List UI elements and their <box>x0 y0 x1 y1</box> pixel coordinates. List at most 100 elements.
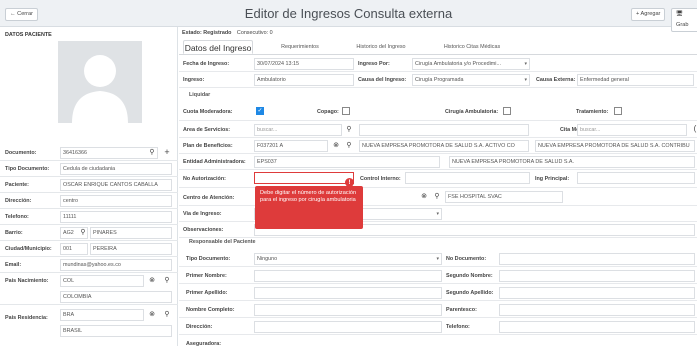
email-field[interactable]: mundinas@yahoo.es.co <box>60 259 172 271</box>
clear-icon[interactable]: ⊗ <box>148 310 156 319</box>
top-bar: ← Cerrar Editor de Ingresos Consulta ext… <box>0 0 697 32</box>
chevron-down-icon: ▾ <box>524 61 527 67</box>
ingreso-field[interactable]: Ambulatorio <box>254 74 354 86</box>
cuota-row: Cuota Moderadora: ✓ Copago: Cirugía Ambu… <box>179 103 697 121</box>
resp-telefono-input[interactable] <box>499 321 695 333</box>
direccion-field[interactable]: centro <box>60 195 172 207</box>
cita-medica-input[interactable]: buscar... <box>577 124 687 136</box>
responsable-title: Responsable del Paciente <box>189 239 256 245</box>
tab-divider <box>179 54 697 55</box>
add-icon[interactable]: + <box>163 148 171 157</box>
pais-residencia-name-field: BRASIL <box>60 325 172 337</box>
entidad-name-field: NUEVA EMPRESA PROMOTORA DE SALUD S.A. <box>449 156 695 168</box>
resp-no-documento-input[interactable] <box>499 253 695 265</box>
email-row: Email: mundinas@yahoo.es.co <box>0 257 178 273</box>
chevron-down-icon: ▾ <box>524 77 527 83</box>
ciudad-code-field[interactable]: 001 <box>60 243 88 255</box>
pais-nacimiento-row: Pais Nacimiento: COL ⊗ ⚲ COLOMBIA <box>0 273 178 305</box>
fecha-row: Fecha de Ingreso: 30/07/2024 13:15 Ingre… <box>179 56 697 72</box>
telefono-row: Telefono: 11111 <box>0 209 178 225</box>
paciente-field[interactable]: OSCAR ENRIQUE CANTOS CABALLA <box>60 179 172 191</box>
page-title: Editor de Ingresos Consulta externa <box>244 6 453 21</box>
main-panel: Estado: Registrado Consecutivo: 0 Datos … <box>179 27 697 347</box>
status-label: Estado: Registrado Consecutivo: 0 <box>182 30 273 36</box>
tratamiento-checkbox[interactable] <box>614 107 622 115</box>
avatar <box>58 41 142 123</box>
centro-atencion-field: FSE HOSPITAL SVAC <box>445 191 563 203</box>
tipo-documento-row: Tipo Documento: Cedula de ciudadania <box>0 161 178 177</box>
telefono-field[interactable]: 11111 <box>60 211 172 223</box>
clear-icon[interactable]: ⊗ <box>332 141 340 150</box>
causa-ingreso-select[interactable]: Cirugía Programada ▾ <box>412 74 530 86</box>
add-button[interactable]: + Agregar <box>631 8 666 21</box>
paciente-row: Paciente: OSCAR ENRIQUE CANTOS CABALLA <box>0 177 178 193</box>
patient-section-title: DATOS PACIENTE <box>5 32 52 38</box>
tab-requerimientos[interactable]: Requerimientos <box>269 40 331 54</box>
search-icon[interactable]: ⚲ <box>345 141 353 150</box>
documento-field[interactable]: 36416366 <box>60 147 158 159</box>
resp-direccion-input[interactable] <box>254 321 442 333</box>
search-icon[interactable]: ⚲ <box>345 125 353 134</box>
resp-nombre-completo-input[interactable] <box>254 304 442 316</box>
pais-residencia-code-field[interactable]: BRA <box>60 309 144 321</box>
resp-completo-row: Nombre Completo: Parentesco: <box>179 302 697 318</box>
ingreso-por-select[interactable]: Cirugía Ambulatoria y/o Procedimi... ▾ <box>412 58 530 70</box>
area-servicios-name <box>359 124 529 136</box>
copago-checkbox[interactable] <box>342 107 350 115</box>
ingreso-row: Ingreso: Ambulatorio Causa del Ingreso: … <box>179 72 697 88</box>
cuota-moderadora-checkbox[interactable]: ✓ <box>256 107 264 115</box>
barrio-row: Barrio: AG2 ⚲ PINARES <box>0 225 178 241</box>
resp-primer-apellido-input[interactable] <box>254 287 442 299</box>
plan-row: Plan de Beneficios: F037201 A ⊗ ⚲ NUEVA … <box>179 138 697 154</box>
direccion-row: Dirección: centro <box>0 193 178 209</box>
pais-nacimiento-code-field[interactable]: COL <box>60 275 144 287</box>
area-row: Area de Servicios: buscar... ⚲ Cita Médi… <box>179 122 697 138</box>
patient-panel: DATOS PACIENTE Documento: 36416366 ⚲ + T… <box>0 27 178 346</box>
tab-historico-citas[interactable]: Historico Citas Médicas <box>429 40 515 54</box>
search-icon[interactable]: ⚲ <box>433 192 441 201</box>
entidad-code-field: EPS037 <box>254 156 440 168</box>
area-servicios-input[interactable]: buscar... <box>254 124 342 136</box>
liquidar-label: Liquidar <box>189 92 211 98</box>
search-icon[interactable]: ⚲ <box>163 310 171 319</box>
ing-principal-input[interactable] <box>577 172 695 184</box>
search-icon[interactable]: ⚲ <box>148 148 156 157</box>
search-icon[interactable]: ⚲ <box>163 276 171 285</box>
resp-segundo-nombre-input[interactable] <box>499 270 695 282</box>
tab-historico-ingreso[interactable]: Historico del Ingreso <box>343 40 419 54</box>
cirugia-ambulatoria-checkbox[interactable] <box>503 107 511 115</box>
ciudad-row: Ciudad/Municipio: 001 PEREIRA <box>0 241 178 257</box>
plan-name2-field: NUEVA EMPRESA PROMOTORA DE SALUD S.A. CO… <box>535 140 695 152</box>
pais-nacimiento-name-field: COLOMBIA <box>60 291 172 303</box>
user-silhouette-icon <box>72 55 128 123</box>
fecha-field[interactable]: 30/07/2024 13:15 <box>254 58 354 70</box>
tipo-documento-field[interactable]: Cedula de ciudadania <box>60 163 172 175</box>
clear-icon[interactable]: ⊗ <box>148 276 156 285</box>
search-icon[interactable]: ( <box>691 124 697 133</box>
resp-tipo-doc-row: Tipo Documento: Ninguno ▾ No Documento: <box>179 251 697 267</box>
ciudad-name-field: PEREIRA <box>90 243 172 255</box>
documento-row: Documento: 36416366 ⚲ + <box>0 145 178 161</box>
pais-residencia-row: Pais Residencia: BRA ⊗ ⚲ BRASIL <box>0 307 178 341</box>
resp-primer-nombre-input[interactable] <box>254 270 442 282</box>
entidad-row: Entidad Administradora: EPS037 NUEVA EMP… <box>179 154 697 170</box>
control-interno-input[interactable] <box>405 172 530 184</box>
resp-segundo-apellido-input[interactable] <box>499 287 695 299</box>
resp-nombre-row: Primer Nombre: Segundo Nombre: <box>179 268 697 284</box>
resp-tipo-documento-select[interactable]: Ninguno ▾ <box>254 253 442 265</box>
plan-name-field: NUEVA EMPRESA PROMOTORA DE SALUD S.A. AC… <box>359 140 529 152</box>
resp-direccion-row: Dirección: Telefono: <box>179 319 697 335</box>
search-icon[interactable]: ⚲ <box>79 228 87 237</box>
chevron-down-icon: ▾ <box>436 256 439 262</box>
resp-parentesco-input[interactable] <box>499 304 695 316</box>
clear-icon[interactable]: ⊗ <box>420 192 428 201</box>
plan-beneficios-field[interactable]: F037201 A <box>254 140 328 152</box>
barrio-name-field: PINARES <box>90 227 172 239</box>
resp-aseguradora-row: Aseguradora: <box>186 341 222 347</box>
error-tooltip: Debe digitar el número de autorización p… <box>255 186 363 229</box>
chevron-down-icon: ▾ <box>436 211 439 217</box>
causa-externa-field[interactable]: Enfermedad general <box>577 74 694 86</box>
resp-apellido-row: Primer Apellido: Segundo Apellido: <box>179 285 697 301</box>
autorizacion-input[interactable] <box>254 172 354 184</box>
tab-datos-ingreso[interactable]: Datos del Ingreso <box>183 40 253 54</box>
